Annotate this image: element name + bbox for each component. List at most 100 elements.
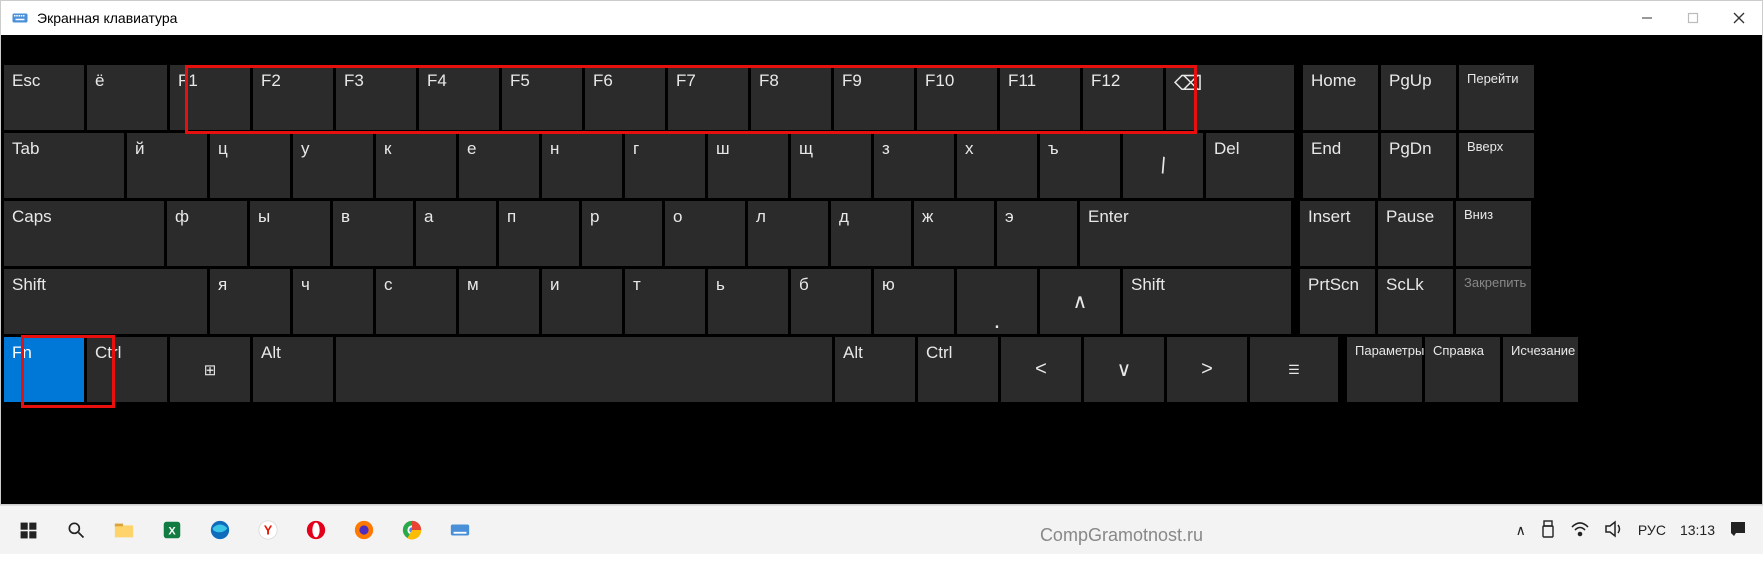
key-backspace[interactable]: ⌫ <box>1166 65 1294 130</box>
key-semicolon[interactable]: ж <box>914 201 994 266</box>
key-g[interactable]: п <box>499 201 579 266</box>
key-w[interactable]: ц <box>210 133 290 198</box>
key-ctrl-r[interactable]: Ctrl <box>918 337 998 402</box>
key-alt-l[interactable]: Alt <box>253 337 333 402</box>
key-f6[interactable]: F6 <box>585 65 665 130</box>
key-yo[interactable]: ё <box>87 65 167 130</box>
key-caps[interactable]: Caps <box>4 201 164 266</box>
key-f11[interactable]: F11 <box>1000 65 1080 130</box>
key-bracket-l[interactable]: х <box>957 133 1037 198</box>
key-arrow-left[interactable]: < <box>1001 337 1081 402</box>
key-s[interactable]: ы <box>250 201 330 266</box>
key-x[interactable]: ч <box>293 269 373 334</box>
key-dock[interactable]: Закрепить <box>1456 269 1531 334</box>
search-button[interactable] <box>52 510 100 550</box>
maximize-button[interactable] <box>1670 1 1716 35</box>
clock[interactable]: 13:13 <box>1680 522 1715 538</box>
usb-icon[interactable] <box>1540 520 1556 541</box>
key-f5[interactable]: F5 <box>502 65 582 130</box>
key-f8[interactable]: F8 <box>751 65 831 130</box>
yandex-icon[interactable]: Y <box>244 510 292 550</box>
osk-icon[interactable] <box>436 510 484 550</box>
key-backslash[interactable]: \ <box>1123 133 1203 198</box>
key-c[interactable]: с <box>376 269 456 334</box>
key-t[interactable]: е <box>459 133 539 198</box>
key-f[interactable]: а <box>416 201 496 266</box>
key-m[interactable]: ь <box>708 269 788 334</box>
key-arrow-right[interactable]: > <box>1167 337 1247 402</box>
key-f9[interactable]: F9 <box>834 65 914 130</box>
key-arrow-up[interactable]: ∧ <box>1040 269 1120 334</box>
key-insert[interactable]: Insert <box>1300 201 1375 266</box>
opera-icon[interactable] <box>292 510 340 550</box>
key-menu[interactable]: ☰ <box>1250 337 1338 402</box>
key-a[interactable]: ф <box>167 201 247 266</box>
key-shift-l[interactable]: Shift <box>4 269 207 334</box>
close-button[interactable] <box>1716 1 1762 35</box>
wifi-icon[interactable] <box>1570 521 1590 540</box>
language-indicator[interactable]: РУС <box>1638 522 1666 538</box>
key-i[interactable]: ш <box>708 133 788 198</box>
key-n[interactable]: т <box>625 269 705 334</box>
key-y[interactable]: н <box>542 133 622 198</box>
key-del[interactable]: Del <box>1206 133 1294 198</box>
key-bracket-r[interactable]: ъ <box>1040 133 1120 198</box>
key-z[interactable]: я <box>210 269 290 334</box>
key-pause[interactable]: Pause <box>1378 201 1453 266</box>
key-navigate[interactable]: Перейти <box>1459 65 1534 130</box>
key-j[interactable]: о <box>665 201 745 266</box>
key-home[interactable]: Home <box>1303 65 1378 130</box>
key-tab[interactable]: Tab <box>4 133 124 198</box>
key-options[interactable]: Параметры <box>1347 337 1422 402</box>
key-l[interactable]: д <box>831 201 911 266</box>
key-enter[interactable]: Enter <box>1080 201 1291 266</box>
key-ctrl-l[interactable]: Ctrl <box>87 337 167 402</box>
key-prtscn[interactable]: PrtScn <box>1300 269 1375 334</box>
key-fade[interactable]: Исчезание <box>1503 337 1578 402</box>
minimize-button[interactable] <box>1624 1 1670 35</box>
key-f10[interactable]: F10 <box>917 65 997 130</box>
key-move-down[interactable]: Вниз <box>1456 201 1531 266</box>
key-esc[interactable]: Esc <box>4 65 84 130</box>
firefox-icon[interactable] <box>340 510 388 550</box>
key-f1[interactable]: F1 <box>170 65 250 130</box>
key-v[interactable]: м <box>459 269 539 334</box>
key-r[interactable]: к <box>376 133 456 198</box>
key-help[interactable]: Справка <box>1425 337 1500 402</box>
key-k[interactable]: л <box>748 201 828 266</box>
key-slash[interactable]: . <box>957 269 1037 334</box>
key-f4[interactable]: F4 <box>419 65 499 130</box>
key-period[interactable]: ю <box>874 269 954 334</box>
key-win[interactable]: ⊞ <box>170 337 250 402</box>
key-e[interactable]: у <box>293 133 373 198</box>
key-sclk[interactable]: ScLk <box>1378 269 1453 334</box>
key-u[interactable]: г <box>625 133 705 198</box>
edge-icon[interactable] <box>196 510 244 550</box>
key-pgup[interactable]: PgUp <box>1381 65 1456 130</box>
key-move-up[interactable]: Вверх <box>1459 133 1534 198</box>
explorer-icon[interactable] <box>100 510 148 550</box>
key-fn[interactable]: Fn <box>4 337 84 402</box>
speaker-icon[interactable] <box>1604 520 1624 541</box>
tray-expand-icon[interactable]: ∧ <box>1516 522 1526 539</box>
key-f7[interactable]: F7 <box>668 65 748 130</box>
key-arrow-down[interactable]: ∨ <box>1084 337 1164 402</box>
key-comma[interactable]: б <box>791 269 871 334</box>
key-alt-r[interactable]: Alt <box>835 337 915 402</box>
key-o[interactable]: щ <box>791 133 871 198</box>
key-f12[interactable]: F12 <box>1083 65 1163 130</box>
key-space[interactable] <box>336 337 832 402</box>
key-f3[interactable]: F3 <box>336 65 416 130</box>
chrome-icon[interactable] <box>388 510 436 550</box>
key-quote[interactable]: э <box>997 201 1077 266</box>
key-pgdn[interactable]: PgDn <box>1381 133 1456 198</box>
key-end[interactable]: End <box>1303 133 1378 198</box>
key-shift-r[interactable]: Shift <box>1123 269 1291 334</box>
start-button[interactable] <box>4 510 52 550</box>
key-q[interactable]: й <box>127 133 207 198</box>
key-d[interactable]: в <box>333 201 413 266</box>
key-p[interactable]: з <box>874 133 954 198</box>
excel-icon[interactable]: X <box>148 510 196 550</box>
key-h[interactable]: р <box>582 201 662 266</box>
key-f2[interactable]: F2 <box>253 65 333 130</box>
